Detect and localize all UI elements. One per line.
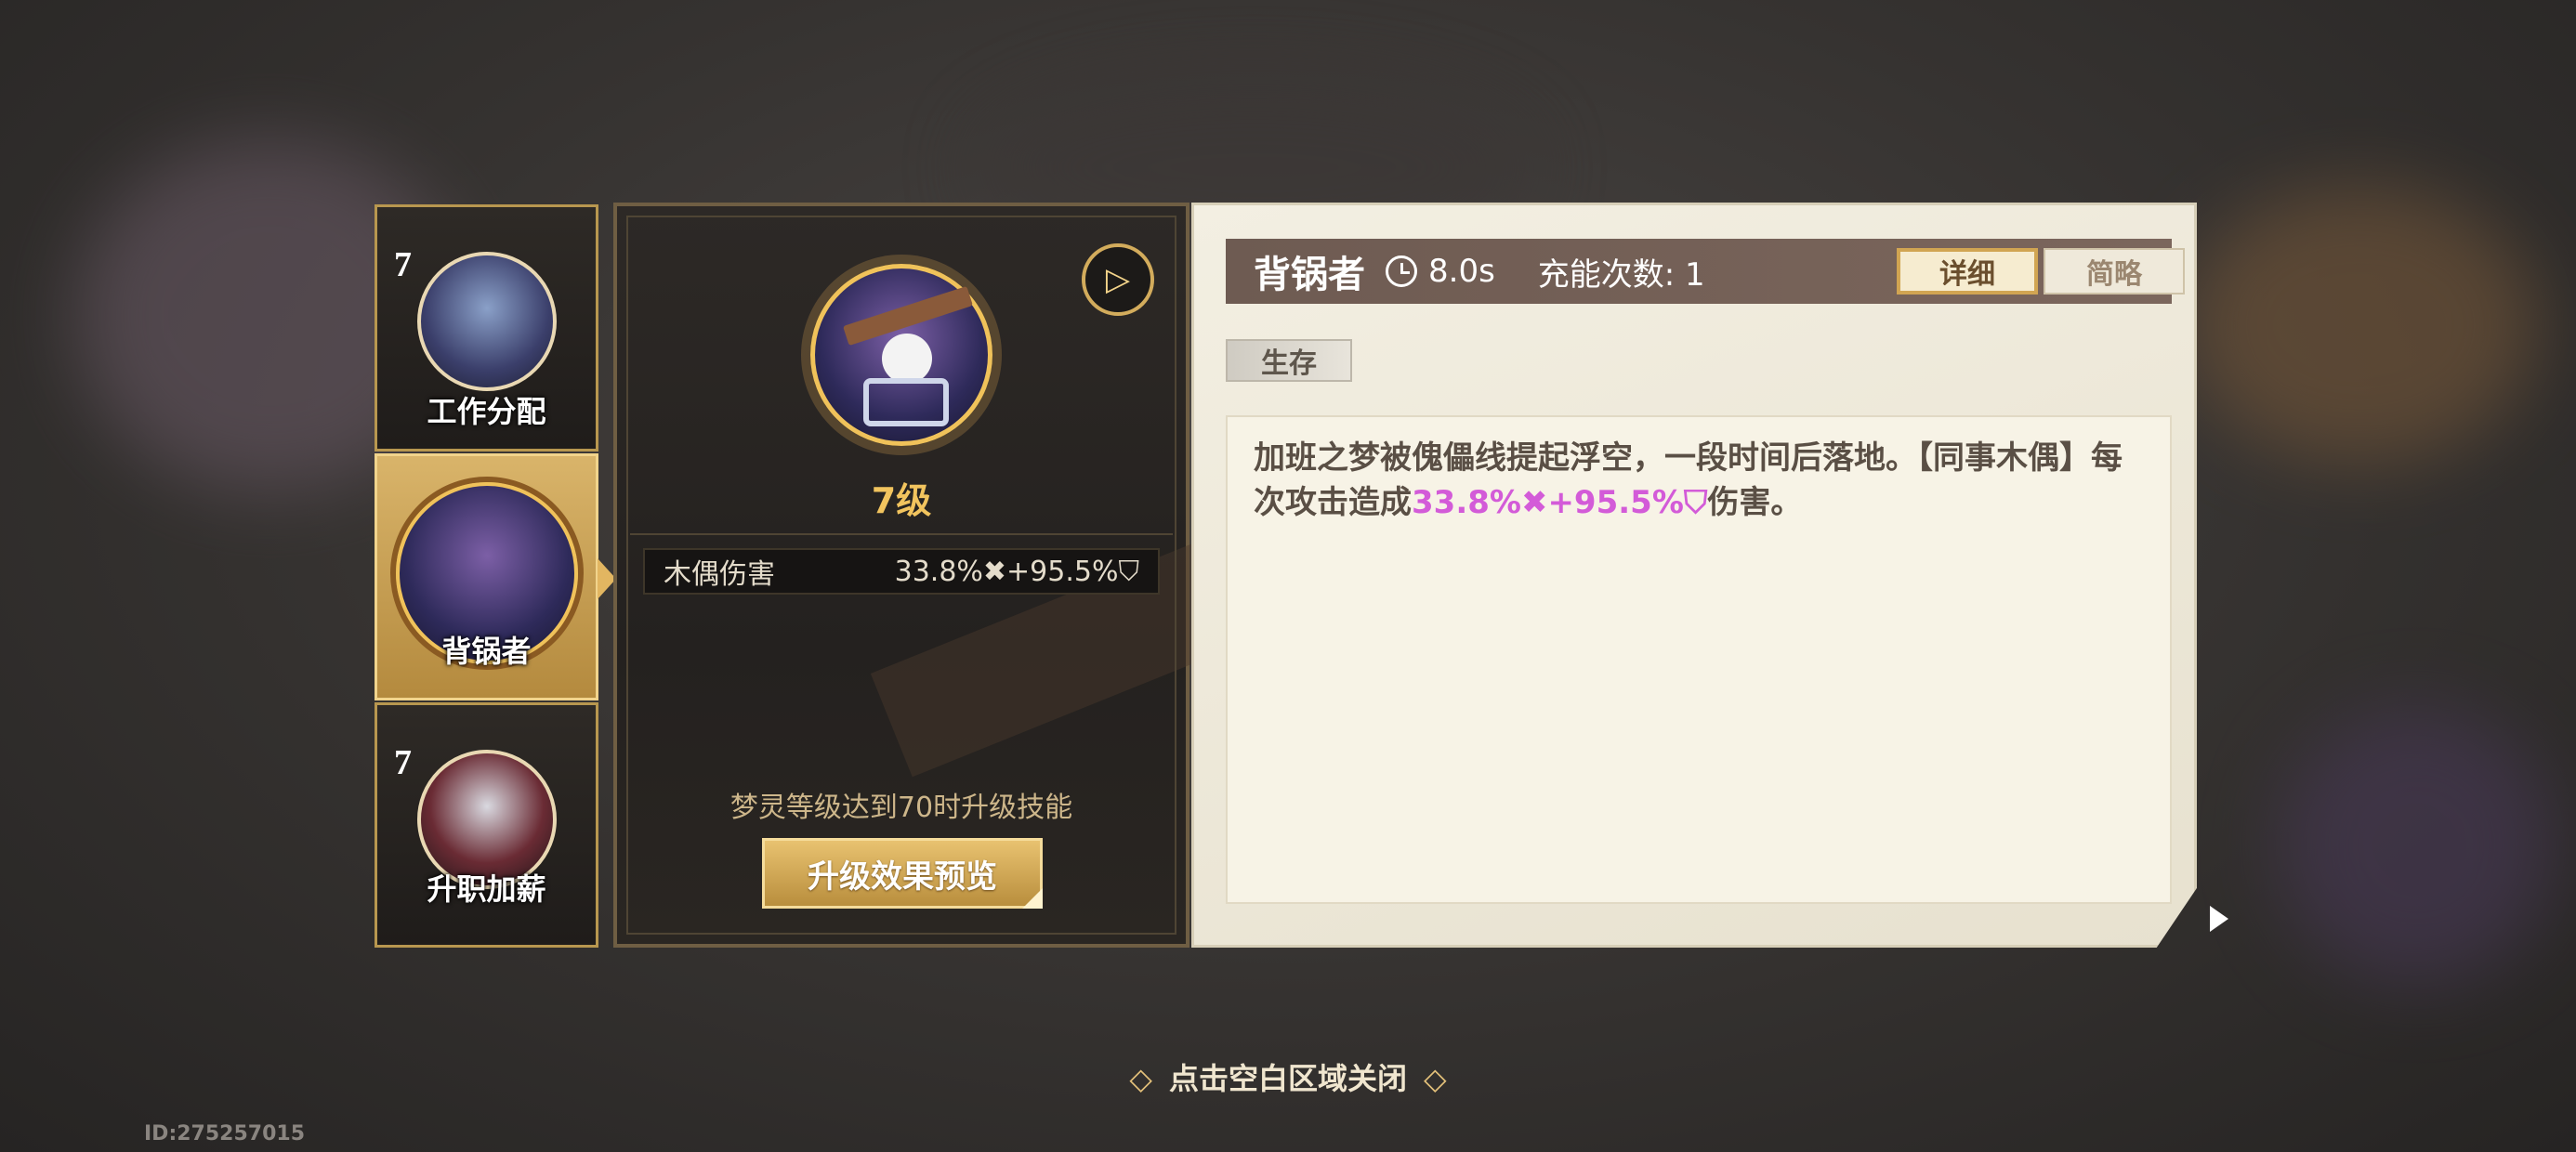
skill-slot-2-selected[interactable]: 背锅者 — [375, 453, 616, 700]
puppet-skill-icon-large — [810, 264, 992, 446]
stat-value: 33.8%✖+95.5%⛉ — [894, 555, 1139, 588]
detail-skill-name: 背锅者 — [1254, 254, 1365, 296]
skill-slot-3[interactable]: 7 升职加薪 — [375, 702, 598, 948]
skill-overview-panel: ▷ 7级 木偶伤害 33.8%✖+95.5%⛉ 梦灵等级达到70时升级技能 升级… — [613, 203, 1275, 948]
stat-row: 木偶伤害 33.8%✖+95.5%⛉ — [643, 548, 1160, 595]
player-id: ID:275257015 — [144, 1122, 306, 1145]
skill-level: 7 — [394, 743, 412, 782]
hammer-skill-icon — [416, 252, 557, 391]
detail-title-bar: 背锅者 8.0s 充能次数: 1 详细 简略 — [1226, 239, 2185, 304]
background-blur — [2277, 706, 2556, 985]
cooldown-text: 8.0s — [1428, 253, 1495, 290]
diamond-icon: ◇ — [1424, 1061, 1447, 1096]
skill-detail-panel: 背锅者 8.0s 充能次数: 1 详细 简略 生存 加班之梦被傀儡线提起浮空，一… — [1191, 203, 2197, 948]
skill-slot-1[interactable]: 7 工作分配 — [375, 204, 598, 452]
stat-label: 木偶伤害 — [664, 558, 775, 591]
skill-description: 加班之梦被傀儡线提起浮空，一段时间后落地。【同事木偶】每次攻击造成33.8%✖+… — [1254, 436, 2144, 525]
diamond-icon: ◇ — [1129, 1061, 1152, 1096]
desc-text-end: 伤害。 — [1707, 484, 1803, 521]
desc-highlight: 33.8%✖+95.5%⛉ — [1412, 484, 1708, 521]
skill-name: 背锅者 — [441, 634, 532, 669]
description-box: 加班之梦被傀儡线提起浮空，一段时间后落地。【同事木偶】每次攻击造成33.8%✖+… — [1226, 415, 2172, 904]
charges-text: 充能次数: 1 — [1537, 255, 1705, 294]
close-hint-text: 点击空白区域关闭 — [1168, 1061, 1407, 1096]
next-arrow-icon[interactable] — [2210, 906, 2228, 932]
skill-level-text: 7级 — [871, 480, 932, 521]
skill-name: 工作分配 — [427, 394, 546, 429]
skill-name: 升职加薪 — [427, 871, 546, 907]
close-hint[interactable]: ◇ 点击空白区域关闭 ◇ — [0, 1055, 2576, 1098]
play-preview-icon[interactable]: ▷ — [1082, 243, 1154, 316]
skill-level: 7 — [394, 245, 412, 284]
tab-brief[interactable]: 简略 — [2044, 248, 2185, 295]
divider — [630, 533, 1173, 535]
tab-detail[interactable]: 详细 — [1897, 248, 2038, 295]
clock-icon — [1386, 255, 1417, 287]
upgrade-preview-button[interactable]: 升级效果预览 — [762, 838, 1043, 909]
skill-tag: 生存 — [1226, 339, 1352, 382]
upgrade-hint: 梦灵等级达到70时升级技能 — [729, 792, 1073, 824]
background-blur — [2184, 186, 2537, 465]
